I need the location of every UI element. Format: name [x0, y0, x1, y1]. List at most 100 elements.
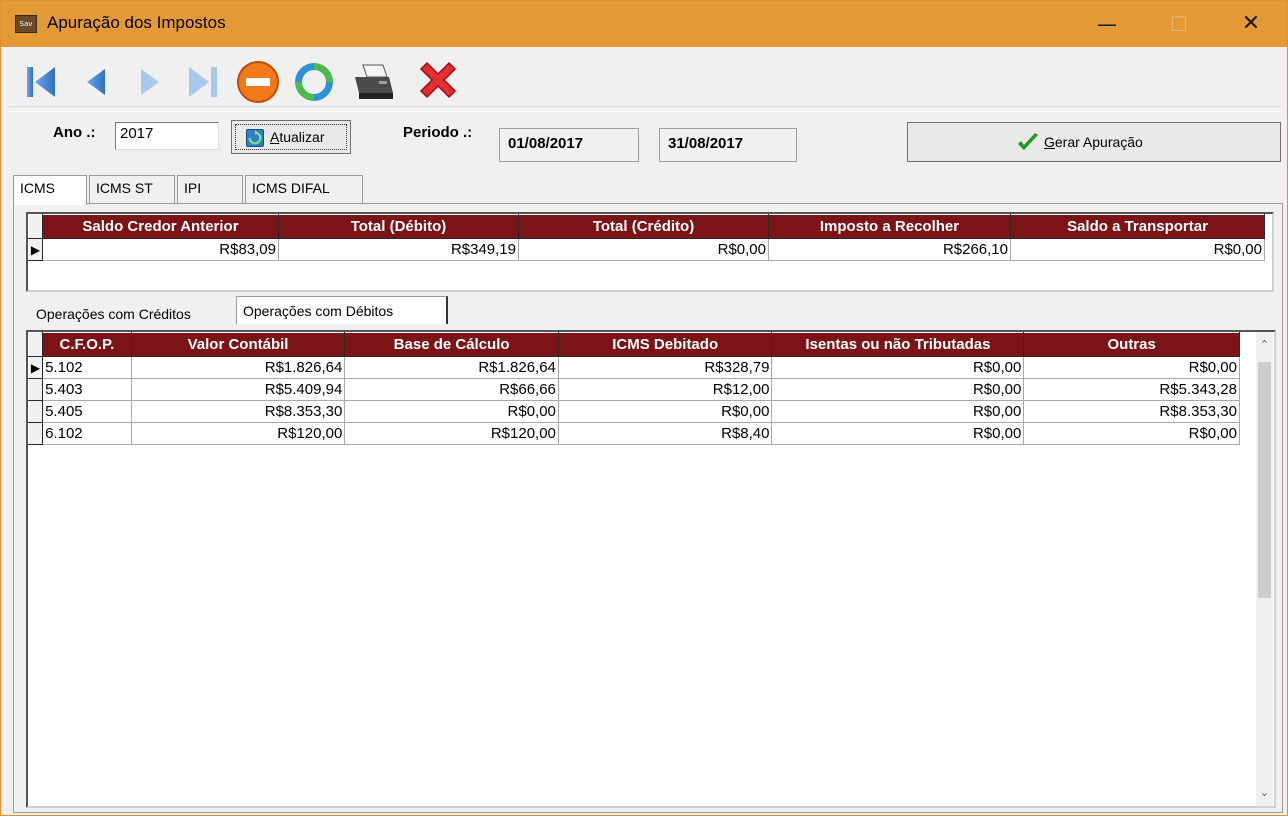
row-indicator-header	[28, 214, 43, 239]
main-tabstrip: ICMS ICMS ST IPI ICMS DIFAL	[13, 175, 413, 205]
table-cell[interactable]: R$8,40	[558, 422, 773, 445]
tab-icms-st[interactable]: ICMS ST	[89, 175, 175, 203]
summary-cell[interactable]: R$0,00	[1010, 238, 1265, 261]
table-cell[interactable]: R$66,66	[344, 378, 559, 401]
periodo-label: Periodo .:	[403, 124, 473, 141]
prev-record-button[interactable]	[69, 57, 119, 107]
minimize-button[interactable]: —	[1077, 1, 1137, 47]
maximize-button[interactable]: ☐	[1149, 1, 1209, 47]
scroll-thumb[interactable]	[1258, 362, 1271, 598]
table-cell[interactable]: R$1.826,64	[131, 356, 346, 379]
detail-col-valor-contabil[interactable]: Valor Contábil	[130, 332, 346, 357]
table-cell[interactable]: R$5.343,28	[1023, 378, 1240, 401]
table-row[interactable]: ▶ R$83,09 R$349,19 R$0,00 R$266,10 R$0,0…	[28, 238, 1265, 261]
subtab-operacoes-creditos[interactable]: Operações com Créditos	[30, 300, 236, 328]
gerar-apuracao-label: Gerar Apuração	[1044, 134, 1143, 150]
scroll-down-icon[interactable]: ⌄	[1256, 784, 1273, 801]
table-cell[interactable]: 5.102	[42, 356, 132, 379]
summary-col-saldo-credor[interactable]: Saldo Credor Anterior	[42, 214, 279, 239]
table-cell[interactable]: R$0,00	[558, 400, 773, 423]
refresh-small-icon	[246, 129, 264, 147]
apuracao-window: Sav Apuração dos Impostos — ☐ ✕ Ano .: 2…	[0, 0, 1288, 816]
summary-col-total-credito[interactable]: Total (Crédito)	[518, 214, 769, 239]
table-cell[interactable]: R$120,00	[344, 422, 559, 445]
row-indicator	[28, 422, 44, 445]
table-row[interactable]: 5.405 R$8.353,30 R$0,00 R$0,00 R$0,00 R$…	[28, 400, 1240, 423]
table-cell[interactable]: R$0,00	[344, 400, 559, 423]
table-cell[interactable]: 6.102	[42, 422, 132, 445]
scroll-up-icon[interactable]: ⌃	[1256, 336, 1273, 353]
detail-table: C.F.O.P. Valor Contábil Base de Cálculo …	[28, 332, 1240, 445]
table-cell[interactable]: R$0,00	[1023, 422, 1240, 445]
ano-label: Ano .:	[53, 124, 96, 141]
summary-col-total-debito[interactable]: Total (Débito)	[278, 214, 519, 239]
icms-tab-panel: Saldo Credor Anterior Total (Débito) Tot…	[13, 203, 1283, 813]
summary-cell[interactable]: R$349,19	[278, 238, 519, 261]
gerar-apuracao-button[interactable]: Gerar Apuração	[907, 122, 1281, 162]
filter-row: Ano .: 2017 Atualizar Periodo .: 01/08/2…	[9, 111, 1281, 169]
refresh-button[interactable]	[289, 57, 339, 107]
row-indicator	[28, 378, 44, 401]
detail-vertical-scrollbar[interactable]: ⌃ ⌄	[1256, 332, 1273, 806]
table-cell[interactable]: R$5.409,94	[131, 378, 346, 401]
table-row[interactable]: 6.102 R$120,00 R$120,00 R$8,40 R$0,00 R$…	[28, 422, 1240, 445]
next-record-icon	[141, 69, 159, 95]
summary-cell[interactable]: R$0,00	[518, 238, 769, 261]
table-row[interactable]: 5.403 R$5.409,94 R$66,66 R$12,00 R$0,00 …	[28, 378, 1240, 401]
table-cell[interactable]: R$0,00	[1023, 356, 1240, 379]
summary-cell[interactable]: R$266,10	[768, 238, 1011, 261]
table-cell[interactable]: 5.405	[42, 400, 132, 423]
close-red-x-icon	[419, 61, 457, 99]
table-row[interactable]: ▶ 5.102 R$1.826,64 R$1.826,64 R$328,79 R…	[28, 356, 1240, 379]
table-cell[interactable]: R$1.826,64	[344, 356, 559, 379]
table-cell[interactable]: R$8.353,30	[131, 400, 346, 423]
detail-col-isentas[interactable]: Isentas ou não Tributadas	[771, 332, 1025, 357]
table-cell[interactable]: R$0,00	[771, 378, 1025, 401]
close-button[interactable]: ✕	[1221, 1, 1281, 47]
window-title: Apuração dos Impostos	[47, 13, 226, 32]
title-bar[interactable]: Sav Apuração dos Impostos — ☐ ✕	[1, 1, 1287, 47]
table-cell[interactable]: 5.403	[42, 378, 132, 401]
table-cell[interactable]: R$12,00	[558, 378, 773, 401]
tab-icms[interactable]: ICMS	[13, 175, 87, 205]
summary-grid[interactable]: Saldo Credor Anterior Total (Débito) Tot…	[26, 212, 1274, 292]
close-form-button[interactable]	[413, 57, 463, 107]
detail-col-icms-debitado[interactable]: ICMS Debitado	[557, 332, 773, 357]
summary-col-imposto-recolher[interactable]: Imposto a Recolher	[768, 214, 1011, 239]
first-record-button[interactable]	[15, 57, 65, 107]
ano-input[interactable]: 2017	[115, 122, 219, 150]
detail-col-base-calculo[interactable]: Base de Cálculo	[344, 332, 559, 357]
print-icon	[355, 64, 393, 99]
last-record-button[interactable]	[179, 57, 229, 107]
summary-table: Saldo Credor Anterior Total (Débito) Tot…	[28, 214, 1265, 261]
current-row-indicator-icon: ▶	[28, 356, 44, 379]
prev-record-icon	[87, 69, 105, 95]
table-cell[interactable]: R$8.353,30	[1023, 400, 1240, 423]
tab-icms-difal[interactable]: ICMS DIFAL	[245, 175, 363, 203]
first-record-icon	[27, 67, 55, 97]
subtab-operacoes-debitos[interactable]: Operações com Débitos	[236, 296, 448, 324]
cancel-button[interactable]	[233, 57, 283, 107]
summary-cell[interactable]: R$83,09	[42, 238, 279, 261]
last-record-icon	[189, 67, 217, 97]
toolbar	[9, 53, 1281, 107]
row-indicator-header	[28, 332, 44, 357]
detail-col-cfop[interactable]: C.F.O.P.	[42, 332, 132, 357]
print-button[interactable]	[349, 57, 399, 107]
atualizar-button[interactable]: Atualizar	[231, 120, 351, 154]
current-row-indicator-icon: ▶	[28, 238, 43, 261]
table-cell[interactable]: R$0,00	[771, 400, 1025, 423]
checkmark-icon	[1018, 133, 1038, 150]
tab-ipi[interactable]: IPI	[177, 175, 243, 203]
table-cell[interactable]: R$0,00	[771, 356, 1025, 379]
next-record-button[interactable]	[125, 57, 175, 107]
row-indicator	[28, 400, 44, 423]
detail-grid[interactable]: C.F.O.P. Valor Contábil Base de Cálculo …	[26, 330, 1276, 808]
cancel-icon	[237, 61, 279, 103]
table-cell[interactable]: R$328,79	[558, 356, 773, 379]
table-cell[interactable]: R$0,00	[771, 422, 1025, 445]
detail-col-outras[interactable]: Outras	[1023, 332, 1240, 357]
summary-col-saldo-transportar[interactable]: Saldo a Transportar	[1010, 214, 1265, 239]
periodo-inicio-field: 01/08/2017	[499, 128, 639, 162]
table-cell[interactable]: R$120,00	[131, 422, 346, 445]
